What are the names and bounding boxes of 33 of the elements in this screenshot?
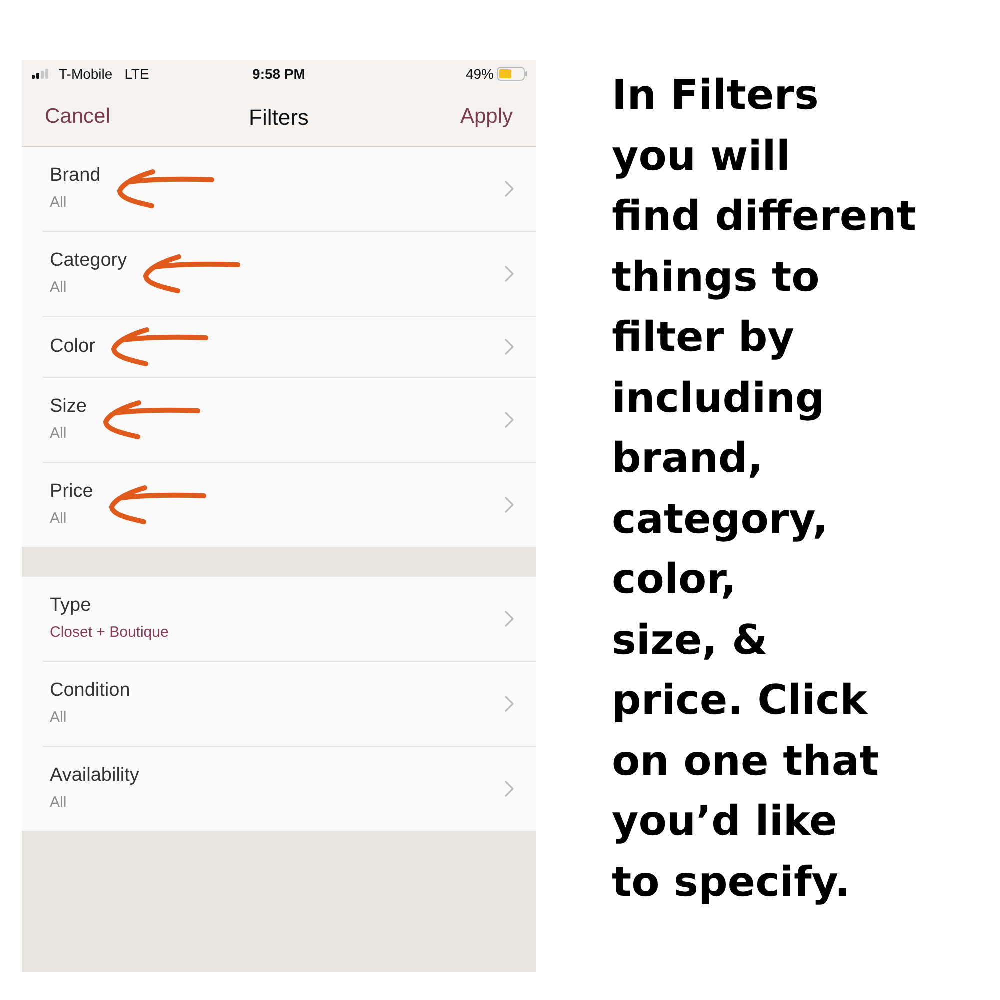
chevron-right-icon <box>505 412 514 428</box>
filter-value: All <box>50 708 68 728</box>
filter-title: Category <box>50 249 128 273</box>
chevron-right-icon <box>505 339 514 355</box>
filter-title: Size <box>50 395 87 419</box>
filter-title: Condition <box>50 679 130 703</box>
chevron-right-icon <box>505 497 514 513</box>
chevron-right-icon <box>505 611 514 627</box>
filter-value: All <box>50 793 68 813</box>
network-type: LTE <box>124 64 150 84</box>
chevron-right-icon <box>505 266 514 282</box>
filter-value: All <box>50 509 68 529</box>
battery-percent: 49% <box>466 64 494 84</box>
chevron-right-icon <box>505 781 514 797</box>
filter-title: Availability <box>50 764 140 788</box>
filter-title: Color <box>50 335 96 359</box>
cancel-button[interactable]: Cancel <box>45 101 110 133</box>
battery-icon <box>496 67 528 81</box>
instruction-text: In Filters you will find different things to filter by including brand, category, color, size, & price. Click on one that you’d like to specify. <box>612 70 918 908</box>
filter-value: All <box>50 193 68 213</box>
chevron-right-icon <box>505 181 514 197</box>
filter-title: Type <box>50 594 92 618</box>
signal-icon <box>32 69 50 79</box>
chevron-right-icon <box>505 696 514 712</box>
filter-title: Brand <box>50 164 101 188</box>
filter-value: Closet + Boutique <box>50 623 169 643</box>
filter-value: All <box>50 424 68 444</box>
filter-value: All <box>50 278 68 298</box>
screen-title: Filters <box>249 104 309 132</box>
filter-title: Price <box>50 480 94 504</box>
status-time: 9:58 PM <box>252 64 306 84</box>
carrier-name: T-Mobile <box>59 64 113 84</box>
apply-button[interactable]: Apply <box>460 101 513 133</box>
